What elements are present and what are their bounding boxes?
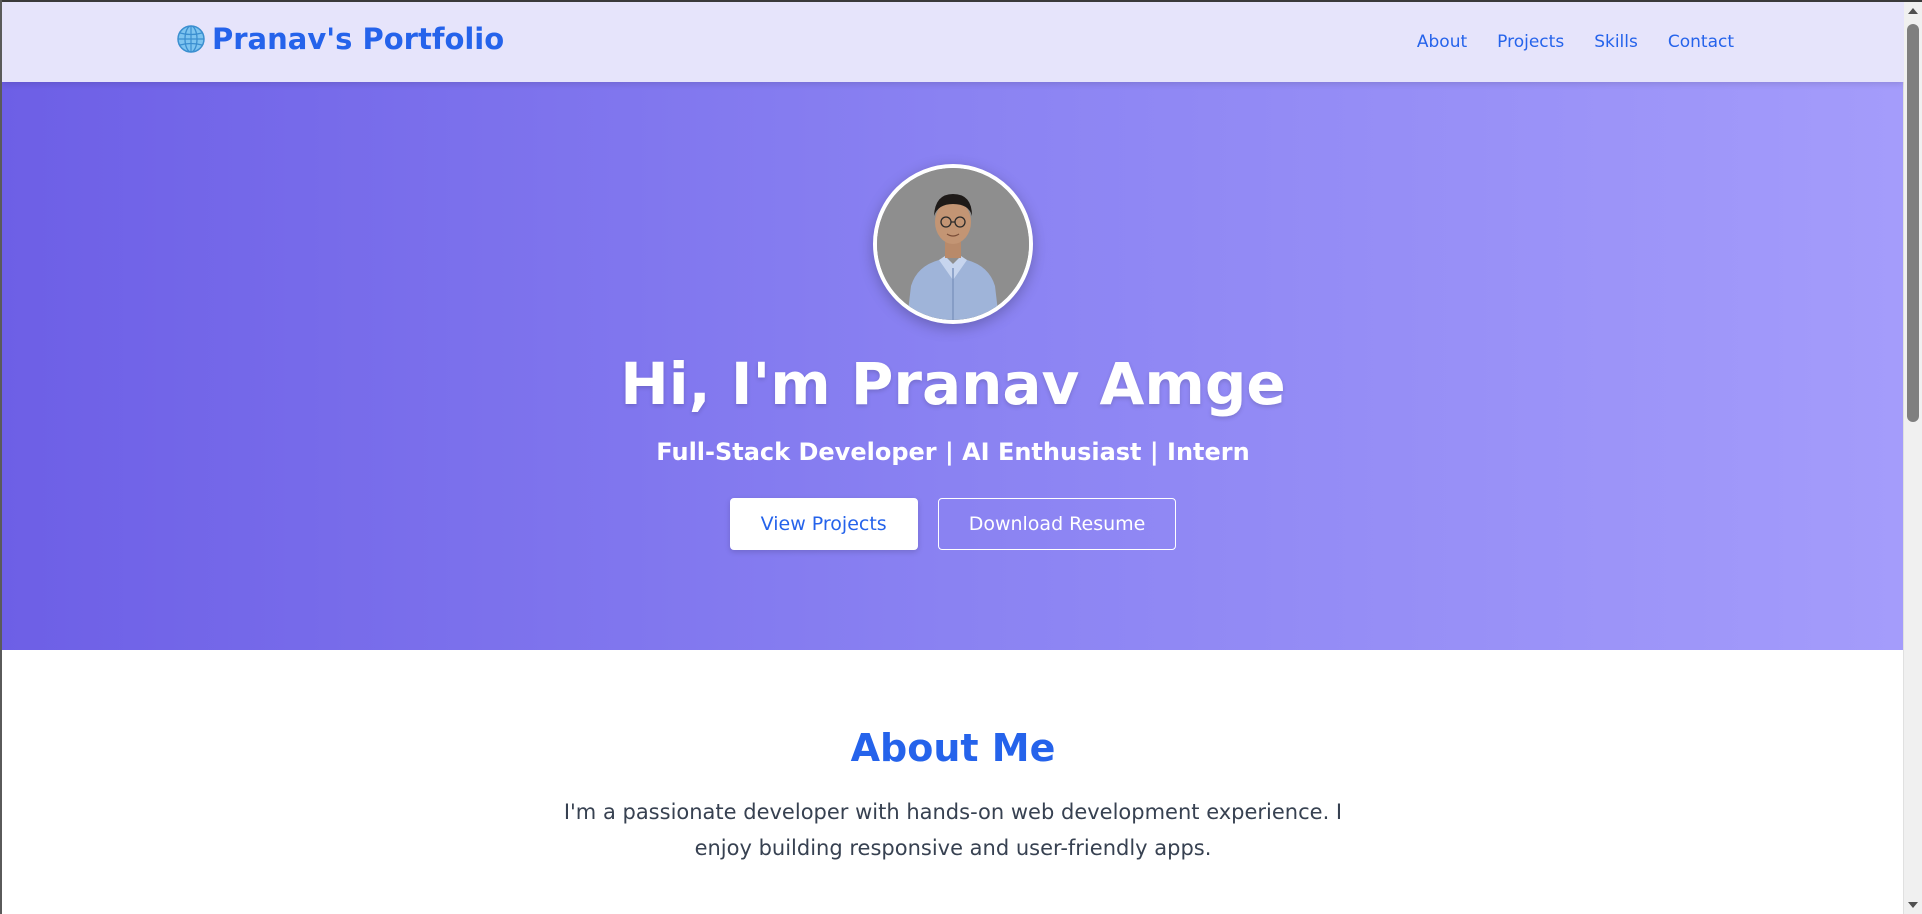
nav-links: About Projects Skills Contact xyxy=(1417,32,1734,52)
scroll-up-arrow-icon[interactable] xyxy=(1908,8,1918,14)
about-title: About Me xyxy=(850,726,1056,770)
nav-link-contact[interactable]: Contact xyxy=(1668,32,1734,52)
vertical-scrollbar[interactable] xyxy=(1903,2,1922,914)
navbar: Pranav's Portfolio About Projects Skills… xyxy=(2,2,1904,82)
avatar xyxy=(873,164,1033,324)
nav-link-skills[interactable]: Skills xyxy=(1594,32,1638,52)
profile-photo xyxy=(877,168,1029,320)
brand-link[interactable]: Pranav's Portfolio xyxy=(176,22,504,56)
scroll-thumb[interactable] xyxy=(1907,24,1919,422)
hero-button-row: View Projects Download Resume xyxy=(2,498,1904,550)
hero-subtitle: Full-Stack Developer | AI Enthusiast | I… xyxy=(656,438,1250,466)
page-viewport: Pranav's Portfolio About Projects Skills… xyxy=(2,2,1904,914)
brand-label: Pranav's Portfolio xyxy=(212,22,505,56)
nav-link-about[interactable]: About xyxy=(1417,32,1467,52)
download-resume-button[interactable]: Download Resume xyxy=(937,498,1177,550)
globe-icon xyxy=(176,24,206,54)
about-text: I'm a passionate developer with hands-on… xyxy=(563,800,1343,860)
nav-link-projects[interactable]: Projects xyxy=(1497,32,1564,52)
hero-section: Hi, I'm Pranav Amge Full-Stack Developer… xyxy=(2,82,1904,650)
scroll-down-arrow-icon[interactable] xyxy=(1908,902,1918,908)
hero-title: Hi, I'm Pranav Amge xyxy=(620,350,1286,418)
view-projects-button[interactable]: View Projects xyxy=(729,498,918,550)
